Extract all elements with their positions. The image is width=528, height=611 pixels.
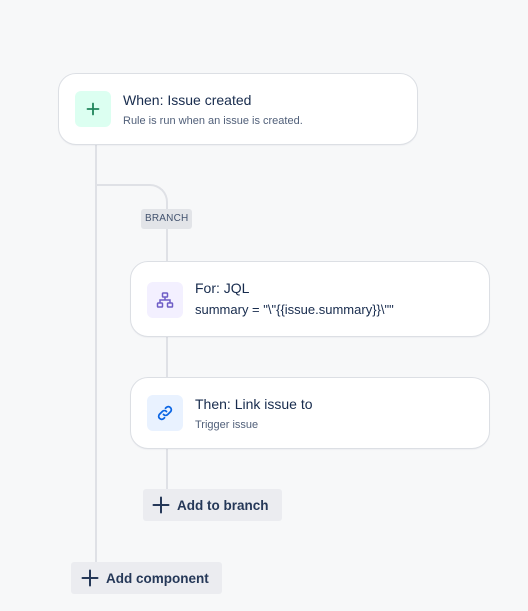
link-issue-action-card[interactable]: Then: Link issue to Trigger issue: [130, 377, 490, 449]
plus-icon: [75, 91, 111, 127]
trigger-description: Rule is run when an issue is created.: [123, 115, 303, 127]
branch-connector-line: [166, 448, 168, 490]
link-action-description: Trigger issue: [195, 419, 259, 431]
branch-hierarchy-icon: [147, 282, 183, 318]
branch-badge: BRANCH: [141, 209, 193, 229]
jql-query: summary = "\"{{issue.summary}}\"": [195, 302, 394, 317]
jql-title: For: JQL: [195, 280, 250, 296]
add-component-button[interactable]: Add component: [71, 562, 222, 594]
link-icon: [147, 395, 183, 431]
add-to-branch-label: Add to branch: [177, 497, 269, 513]
plus-icon: [81, 569, 99, 587]
trigger-card[interactable]: When: Issue created Rule is run when an …: [58, 73, 418, 145]
add-to-branch-button[interactable]: Add to branch: [143, 489, 282, 521]
add-component-label: Add component: [106, 570, 209, 586]
link-action-title: Then: Link issue to: [195, 396, 313, 412]
rule-canvas: When: Issue created Rule is run when an …: [0, 0, 528, 611]
branch-connector-line: [166, 336, 168, 378]
trigger-title: When: Issue created: [123, 92, 252, 108]
branch-jql-card[interactable]: For: JQL summary = "\"{{issue.summary}}\…: [130, 261, 490, 337]
plus-icon: [152, 496, 170, 514]
